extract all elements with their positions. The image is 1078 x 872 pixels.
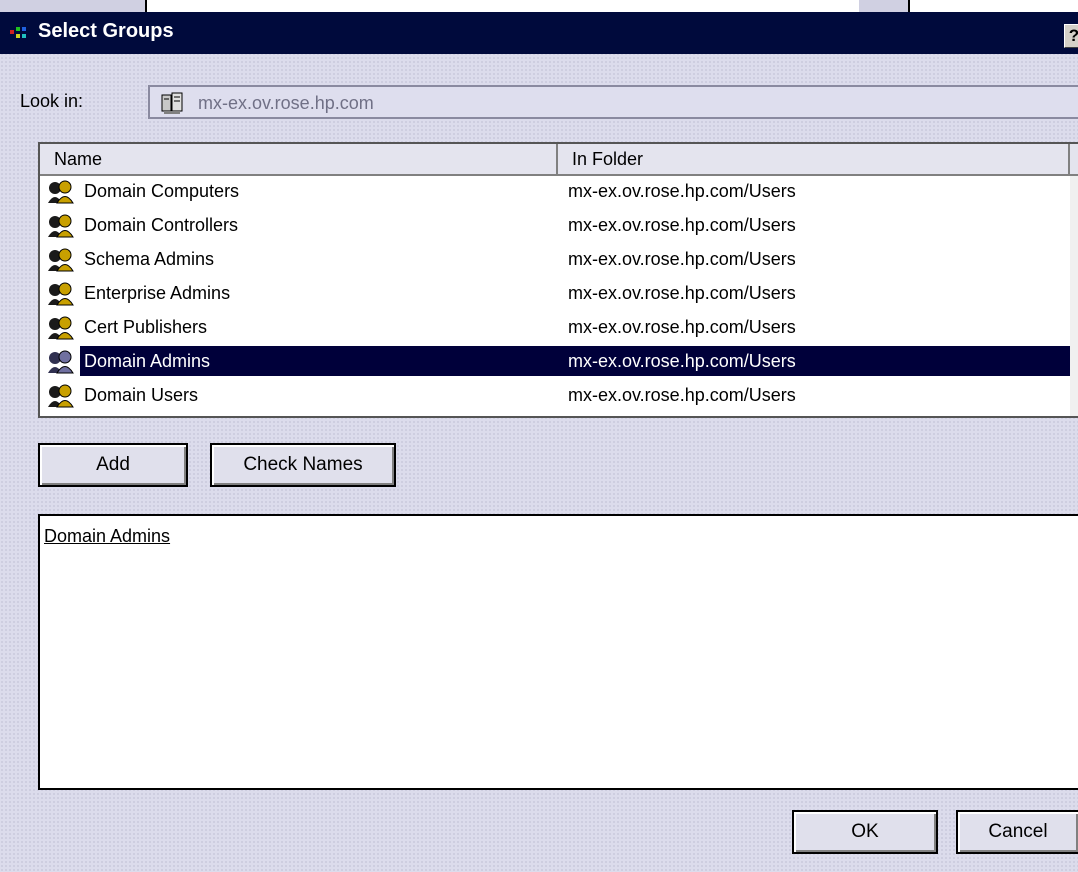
vertical-scrollbar[interactable] bbox=[1070, 176, 1078, 416]
group-icon bbox=[48, 316, 74, 340]
column-header-folder[interactable]: In Folder bbox=[558, 144, 1070, 176]
selected-item[interactable]: Domain Admins bbox=[44, 526, 170, 547]
add-button[interactable]: Add bbox=[38, 443, 188, 487]
group-icon bbox=[48, 248, 74, 272]
group-icon bbox=[48, 214, 74, 238]
ok-button[interactable]: OK bbox=[792, 810, 938, 854]
group-icon bbox=[48, 384, 74, 408]
column-header-name[interactable]: Name bbox=[40, 144, 558, 176]
background-window-strip bbox=[0, 0, 1078, 12]
background-panel bbox=[145, 0, 859, 12]
list-item-selected[interactable]: Domain Admins mx-ex.ov.rose.hp.com/Users bbox=[40, 346, 1078, 378]
app-icon bbox=[10, 27, 26, 38]
look-in-label: Look in: bbox=[20, 91, 84, 111]
list-item[interactable]: Domain Users mx-ex.ov.rose.hp.com/Users bbox=[40, 380, 1078, 412]
look-in-value: mx-ex.ov.rose.hp.com bbox=[198, 93, 374, 113]
cancel-button[interactable]: Cancel bbox=[956, 810, 1078, 854]
list-item[interactable]: Schema Admins mx-ex.ov.rose.hp.com/Users bbox=[40, 244, 1078, 276]
list-item[interactable]: Domain Computers mx-ex.ov.rose.hp.com/Us… bbox=[40, 176, 1078, 208]
help-button[interactable]: ? bbox=[1064, 24, 1078, 48]
server-icon bbox=[161, 92, 183, 114]
selected-items-box[interactable]: Domain Admins bbox=[38, 514, 1078, 790]
list-item[interactable]: Cert Publishers mx-ex.ov.rose.hp.com/Use… bbox=[40, 312, 1078, 344]
list-item[interactable]: Domain Controllers mx-ex.ov.rose.hp.com/… bbox=[40, 210, 1078, 242]
group-icon bbox=[48, 350, 74, 374]
window-title: Select Groups bbox=[38, 20, 174, 42]
look-in-dropdown[interactable]: mx-ex.ov.rose.hp.com bbox=[148, 85, 1078, 119]
column-header-filler bbox=[1070, 144, 1078, 176]
check-names-button[interactable]: Check Names bbox=[210, 443, 396, 487]
groups-list[interactable]: Name In Folder Domain Computers mx-ex.ov… bbox=[38, 142, 1078, 418]
group-icon bbox=[48, 180, 74, 204]
group-icon bbox=[48, 282, 74, 306]
background-panel bbox=[908, 0, 1078, 12]
title-bar: Select Groups ? bbox=[0, 12, 1078, 54]
list-item[interactable]: Enterprise Admins mx-ex.ov.rose.hp.com/U… bbox=[40, 278, 1078, 310]
